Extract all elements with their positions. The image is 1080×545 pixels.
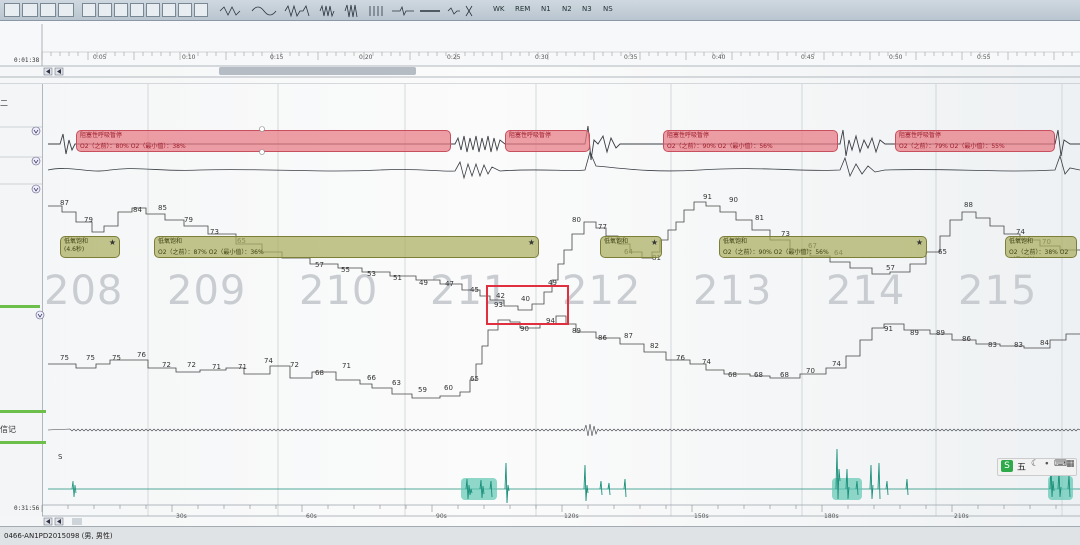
bottom-tick: 210s [954,513,969,520]
bottom-tick: 150s [694,513,709,520]
study-id: 0466-AN1PD2015098 (男, 男性) [4,532,113,540]
bottom-tick: 120s [564,513,579,520]
bottom-tick: 180s [824,513,839,520]
sleep-study-viewer: WK REM N1 N2 N3 NS 0:01:38 0:05 0:10 0:1… [0,0,1080,545]
bottom-tick: 30s [176,513,187,520]
bottom-ruler [41,504,1080,526]
status-bar: 0466-AN1PD2015098 (男, 男性) [0,526,1080,545]
bottom-time: 0:31:56 [14,505,40,512]
bottom-tick: 90s [436,513,447,520]
bottom-tick: 60s [306,513,317,520]
